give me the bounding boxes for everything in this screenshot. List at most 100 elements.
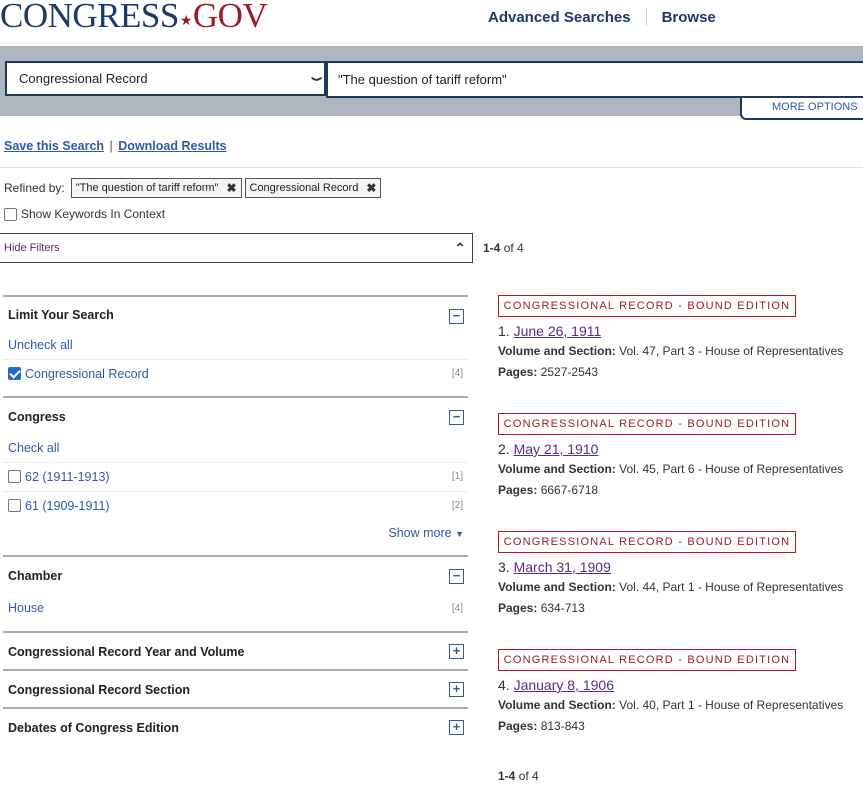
result-volume: Volume and Section: Vol. 45, Part 6 - Ho… [498, 462, 858, 476]
results-total: of 4 [518, 769, 539, 783]
refined-by: Refined by: "The question of tariff refo… [4, 178, 384, 198]
results-range: 1-4 [483, 241, 501, 255]
facet-title: Debates of Congress Edition [8, 721, 179, 735]
top-nav: Advanced Searches Browse [488, 8, 716, 26]
results-count-top: 1-4 of 4 [483, 241, 524, 255]
collection-select-value: Congressional Record [19, 71, 148, 86]
pages-label: Pages: [498, 483, 538, 497]
result-number: 3. [498, 559, 510, 575]
facet-debates-edition[interactable]: Debates of Congress Edition + [3, 707, 468, 745]
facet-option-label[interactable]: 61 (1909-1911) [25, 499, 110, 513]
facet-option-label[interactable]: House [8, 601, 44, 615]
nav-browse[interactable]: Browse [662, 9, 716, 26]
facet-option-label[interactable]: 62 (1911-1913) [25, 470, 110, 484]
show-more-label: Show more [388, 526, 452, 540]
show-more-link[interactable]: Show more ▼ [388, 526, 464, 540]
more-options-label: MORE OPTIONS [772, 101, 858, 113]
result-pages: Pages: 2527-2543 [498, 365, 858, 379]
close-icon[interactable]: ✖ [226, 181, 236, 195]
divider [0, 167, 863, 168]
collection-badge: CONGRESSIONAL RECORD - BOUND EDITION [498, 295, 796, 317]
facet-option[interactable]: 61 (1909-1911) [2] [3, 491, 468, 519]
uncheck-all-link[interactable]: Uncheck all [8, 338, 73, 352]
search-input[interactable] [326, 61, 863, 98]
facet-title: Limit Your Search [8, 308, 114, 322]
result-date-link[interactable]: June 26, 1911 [514, 323, 602, 339]
facet-option[interactable]: 62 (1911-1913) [1] [3, 462, 468, 490]
logo-star-icon: ★ [179, 14, 193, 29]
refinement-chip: "The question of tariff reform" ✖ [70, 178, 242, 198]
volume-label: Volume and Section: [498, 580, 616, 594]
results-range: 1-4 [498, 769, 516, 783]
chip-label: Congressional Record [249, 182, 359, 194]
volume-label: Volume and Section: [498, 462, 616, 476]
facet-chamber: Chamber − House [4] [3, 555, 468, 631]
result-pages: Pages: 813-843 [498, 719, 858, 733]
pages-value: 2527-2543 [540, 365, 599, 379]
expand-icon[interactable]: + [449, 682, 464, 697]
chip-label: "The question of tariff reform" [75, 182, 219, 194]
pages-label: Pages: [498, 365, 538, 379]
result-number: 2. [498, 441, 510, 457]
collapse-icon[interactable]: − [449, 569, 464, 584]
hide-filters-button[interactable]: Hide Filters ⌃ [0, 233, 473, 263]
chevron-up-icon: ⌃ [454, 239, 466, 256]
collapse-icon[interactable]: − [449, 309, 464, 324]
facet-option-count: [2] [451, 500, 463, 511]
result-item: CONGRESSIONAL RECORD - BOUND EDITION 4. … [498, 649, 858, 733]
facet-title: Congress [8, 410, 66, 424]
facet-title: Congressional Record Year and Volume [8, 645, 245, 659]
results-count-bottom: 1-4 of 4 [498, 769, 539, 783]
expand-icon[interactable]: + [449, 644, 464, 659]
result-volume: Volume and Section: Vol. 47, Part 3 - Ho… [498, 344, 858, 358]
actions-separator: | [109, 139, 113, 153]
kwic-checkbox[interactable] [4, 207, 17, 221]
facet-option[interactable]: Congressional Record [4] [3, 359, 468, 387]
facet-congress: Congress − Check all 62 (1911-1913) [1] … [3, 396, 468, 554]
result-number: 4. [498, 677, 510, 693]
search-band: Congressional Record › MORE OPTIONS▼ [0, 46, 863, 120]
facet-checkbox[interactable] [8, 470, 21, 483]
volume-value: Vol. 44, Part 1 - House of Representativ… [619, 580, 844, 594]
facet-checkbox[interactable] [8, 367, 21, 380]
facet-checkbox[interactable] [8, 499, 21, 512]
expand-icon[interactable]: + [449, 720, 464, 735]
facet-option-label[interactable]: Congressional Record [25, 367, 149, 381]
facet-limit-your-search: Limit Your Search − Uncheck all Congress… [3, 295, 468, 395]
nav-advanced-searches[interactable]: Advanced Searches [488, 9, 631, 26]
refined-by-label: Refined by: [4, 181, 65, 195]
result-title: 3. March 31, 1909 [498, 559, 858, 575]
close-icon[interactable]: ✖ [366, 181, 376, 195]
result-date-link[interactable]: May 21, 1910 [514, 441, 599, 457]
more-options-button[interactable]: MORE OPTIONS▼ [740, 98, 863, 120]
download-results-link[interactable]: Download Results [118, 139, 226, 153]
nav-divider [645, 8, 647, 26]
result-date-link[interactable]: March 31, 1909 [514, 559, 611, 575]
site-logo[interactable]: CONGRESS★GOV [0, 0, 268, 42]
check-all-link[interactable]: Check all [8, 441, 59, 455]
chevron-down-icon: ▼ [455, 529, 464, 539]
result-item: CONGRESSIONAL RECORD - BOUND EDITION 1. … [498, 295, 858, 379]
result-item: CONGRESSIONAL RECORD - BOUND EDITION 2. … [498, 413, 858, 497]
pages-value: 6667-6718 [540, 483, 599, 497]
pages-label: Pages: [498, 719, 538, 733]
volume-value: Vol. 45, Part 6 - House of Representativ… [619, 462, 844, 476]
kwic-toggle[interactable]: Show Keywords In Context [4, 207, 165, 221]
facet-title: Congressional Record Section [8, 683, 190, 697]
facet-title: Chamber [8, 569, 63, 583]
result-date-link[interactable]: January 8, 1906 [514, 677, 614, 693]
volume-value: Vol. 40, Part 1 - House of Representativ… [619, 698, 844, 712]
volume-label: Volume and Section: [498, 698, 616, 712]
site-header: CONGRESS★GOV Advanced Searches Browse [0, 0, 863, 46]
collapse-icon[interactable]: − [449, 410, 464, 425]
save-search-link[interactable]: Save this Search [4, 139, 104, 153]
facet-option-count: [4] [451, 603, 463, 614]
result-title: 2. May 21, 1910 [498, 441, 858, 457]
facet-record-section[interactable]: Congressional Record Section + [3, 669, 468, 707]
facet-record-year-volume[interactable]: Congressional Record Year and Volume + [3, 631, 468, 669]
collection-select[interactable]: Congressional Record › [5, 61, 330, 96]
result-title: 1. June 26, 1911 [498, 323, 858, 339]
results-total: of 4 [503, 241, 524, 255]
collection-badge: CONGRESSIONAL RECORD - BOUND EDITION [498, 531, 796, 553]
result-title: 4. January 8, 1906 [498, 677, 858, 693]
